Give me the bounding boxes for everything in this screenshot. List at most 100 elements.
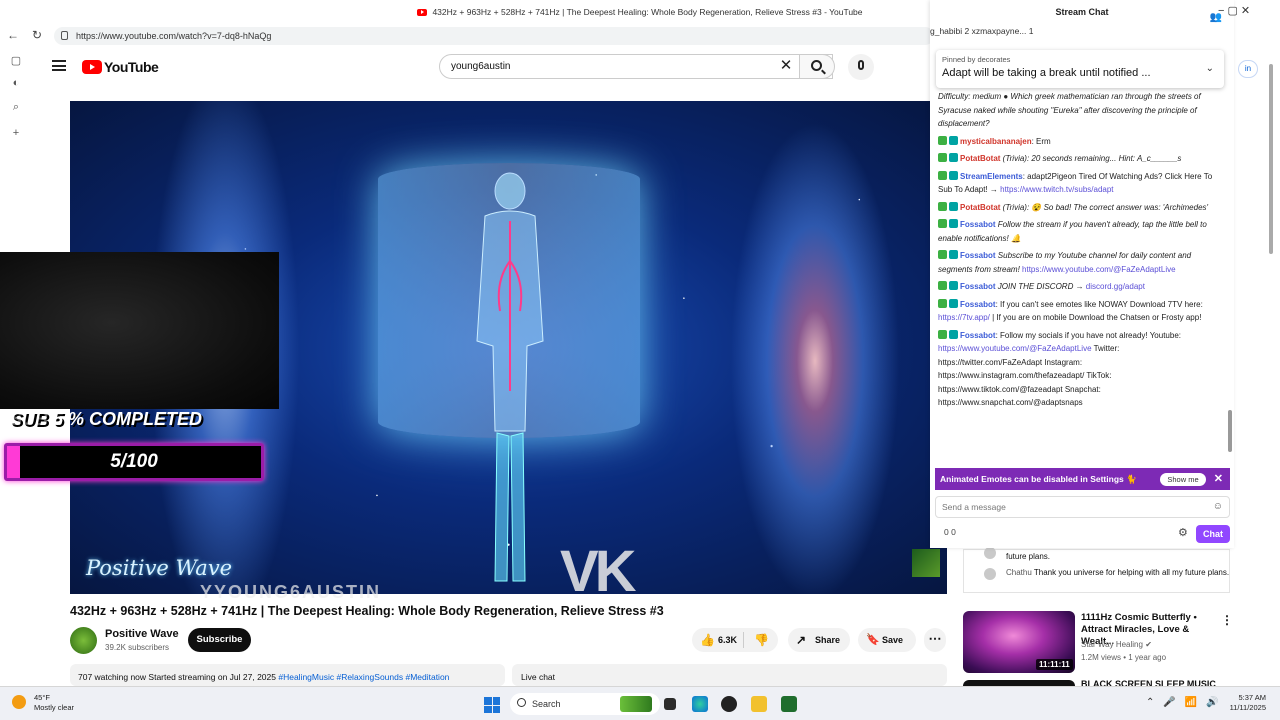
menu-hamburger-icon[interactable] (52, 60, 66, 71)
chat-message: PotatBotat (Trivia): 20 seconds remainin… (938, 152, 1218, 166)
copilot-icon[interactable]: ◐ (9, 76, 23, 90)
chat-username[interactable]: PotatBotat (960, 154, 1000, 163)
chat-message: Thank you universe for helping with all … (1033, 568, 1230, 577)
chat-badge-icon (949, 298, 958, 308)
save-button[interactable]: 🔖 Save (858, 628, 916, 652)
chat-username[interactable]: Fossabot (960, 300, 996, 309)
chat-badge-icon (949, 250, 958, 259)
clear-search-icon[interactable]: ✕ (776, 56, 796, 74)
chat-badge-icon (949, 329, 958, 339)
chat-username[interactable]: Fossabot (960, 331, 996, 340)
chat-badge-icon (938, 201, 947, 211)
chat-badge-icon (938, 219, 947, 228)
chat-username[interactable]: PotatBotat (960, 203, 1000, 212)
chat-text: : Erm (1031, 136, 1051, 146)
chat-username[interactable]: StreamElements (960, 172, 1023, 181)
recommendation-menu-icon[interactable]: ⋮ (1221, 613, 1233, 627)
bookmark-icon: 🔖 (866, 634, 880, 646)
chat-link[interactable]: https://www.youtube.com/@FaZeAdaptLive (1022, 265, 1176, 274)
sub-goal-progress-bar: 5/100 (4, 443, 264, 481)
chat-text: | If you are on mobile Download the Chat… (989, 313, 1202, 322)
search-button[interactable] (799, 54, 835, 79)
sub-goal-label: SUB 5 % COMPLETED (10, 409, 260, 437)
animated-emotes-notice: Animated Emotes can be disabled in Setti… (935, 468, 1230, 490)
chat-badge-icon (949, 219, 958, 228)
reload-icon[interactable]: ↻ (30, 28, 44, 42)
end-card-thumbnail[interactable] (912, 549, 940, 577)
hashtags[interactable]: #HealingMusic #RelaxingSounds #Meditatio… (278, 672, 449, 682)
chat-link[interactable]: https://www.youtube.com/@FaZeAdaptLive (938, 344, 1092, 353)
recommendation-meta: 1.2M views • 1 year ago (1081, 653, 1167, 662)
clock[interactable]: 5:37 AM 11/11/2025 (1226, 693, 1266, 713)
edge-browser-icon[interactable] (692, 696, 708, 712)
file-explorer-icon[interactable] (751, 696, 767, 712)
voice-search-button[interactable] (848, 54, 874, 80)
chat-scrollbar[interactable] (1228, 410, 1232, 452)
notice-text: Animated Emotes can be disabled in Setti… (940, 474, 1137, 484)
close-icon[interactable]: ✕ (1214, 468, 1223, 490)
subscribe-button[interactable]: Subscribe (188, 628, 251, 652)
add-icon[interactable]: + (9, 126, 23, 140)
chat-link[interactable]: https://7tv.app/ (938, 313, 990, 322)
chat-link[interactable]: discord.gg/adapt (1086, 282, 1145, 291)
chat-badge-icon (949, 153, 958, 162)
send-message-input[interactable]: Send a message ☺ (935, 496, 1230, 518)
page-scrollbar[interactable] (1269, 64, 1273, 254)
chat-link[interactable]: https://www.twitch.tv/subs/adapt (1000, 185, 1113, 194)
video-duration-badge: 11:11:11 (1036, 659, 1073, 670)
chat-badge-icon (938, 329, 947, 339)
watching-count: 707 watching now Started streaming on Ju… (78, 672, 279, 682)
like-count[interactable]: 6.3K (718, 628, 737, 652)
video-title: 432Hz + 963Hz + 528Hz + 741Hz | The Deep… (70, 604, 664, 618)
like-dislike-group: 👍 6.3K 👎 (692, 628, 778, 652)
dislike-icon[interactable]: 👎 (754, 628, 769, 652)
youtube-header: YouTube young6austin ✕ (32, 46, 932, 90)
gear-icon[interactable]: ⚙ (1178, 526, 1188, 539)
chat-send-button[interactable]: Chat (1196, 525, 1230, 543)
description-box[interactable]: 707 watching now Started streaming on Ju… (70, 664, 505, 686)
chat-message: PotatBotat (Trivia): 😵 So bad! The corre… (938, 201, 1218, 215)
system-tray[interactable]: ⌃🎤📶🔊 (1146, 697, 1228, 708)
vk-logo-watermark: VK (560, 539, 637, 604)
chat-username[interactable]: Fossabot (960, 220, 996, 229)
chat-username[interactable]: Fossabot (960, 282, 996, 291)
media-player-icon[interactable] (721, 696, 737, 712)
chat-username[interactable]: mysticalbananajen (960, 137, 1032, 146)
sign-in-button[interactable]: in (1238, 60, 1258, 78)
task-view-icon[interactable] (664, 698, 676, 710)
app-icon[interactable] (781, 696, 797, 712)
live-chat-toggle[interactable]: Live chat (512, 664, 947, 686)
chevron-down-icon[interactable]: ⌄ (1206, 63, 1214, 74)
tabs-icon[interactable]: ▢ (9, 54, 23, 68)
pinned-by: Pinned by decorates (942, 55, 1011, 64)
recommendation-channel[interactable]: Star Way Healing ✔ (1081, 640, 1152, 649)
chat-badge-icon (949, 201, 958, 211)
search-sidebar-icon[interactable]: ⌕ (9, 100, 23, 114)
emote-picker-icon[interactable]: ☺ (1213, 497, 1223, 517)
back-icon[interactable]: ← (6, 28, 20, 42)
show-me-button[interactable]: Show me (1160, 473, 1206, 486)
sub-goal-ghost-text: SUB (10, 409, 49, 429)
chat-badge-icon (949, 135, 958, 145)
youtube-logo[interactable]: YouTube (82, 59, 159, 75)
pinned-message[interactable]: Pinned by decorates Adapt will be taking… (936, 50, 1224, 88)
window-controls[interactable]: − ▢ ✕ (1218, 4, 1250, 17)
windows-taskbar: 45°F Mostly clear Search ⌃🎤📶🔊 5:37 AM 11/1… (0, 686, 1280, 720)
embedded-live-chat: future plans. Chathu Thank you universe … (963, 547, 1230, 593)
search-icon (517, 698, 526, 707)
webcam-overlay (0, 252, 279, 409)
chat-message: Difficulty: medium ● Which greek mathema… (938, 90, 1218, 131)
share-button[interactable]: ↗ Share (788, 628, 850, 652)
like-icon[interactable]: 👍 (700, 628, 715, 652)
chat-text: : If you can't see emotes like NOWAY Dow… (995, 299, 1203, 309)
channel-name[interactable]: Positive Wave (105, 628, 179, 640)
channel-avatar[interactable] (70, 627, 97, 654)
start-button[interactable] (484, 697, 500, 713)
chat-username[interactable]: Fossabot (960, 251, 996, 260)
more-actions-button[interactable]: ⋯ (924, 628, 946, 652)
chat-username: Chathu (1006, 568, 1032, 577)
address-bar[interactable]: https://www.youtube.com/watch?v=7-dq8-hN… (54, 27, 934, 45)
channel-points[interactable]: 0 0 (944, 527, 956, 537)
search-input[interactable]: young6austin (439, 54, 833, 79)
widgets-icon[interactable] (620, 696, 652, 712)
